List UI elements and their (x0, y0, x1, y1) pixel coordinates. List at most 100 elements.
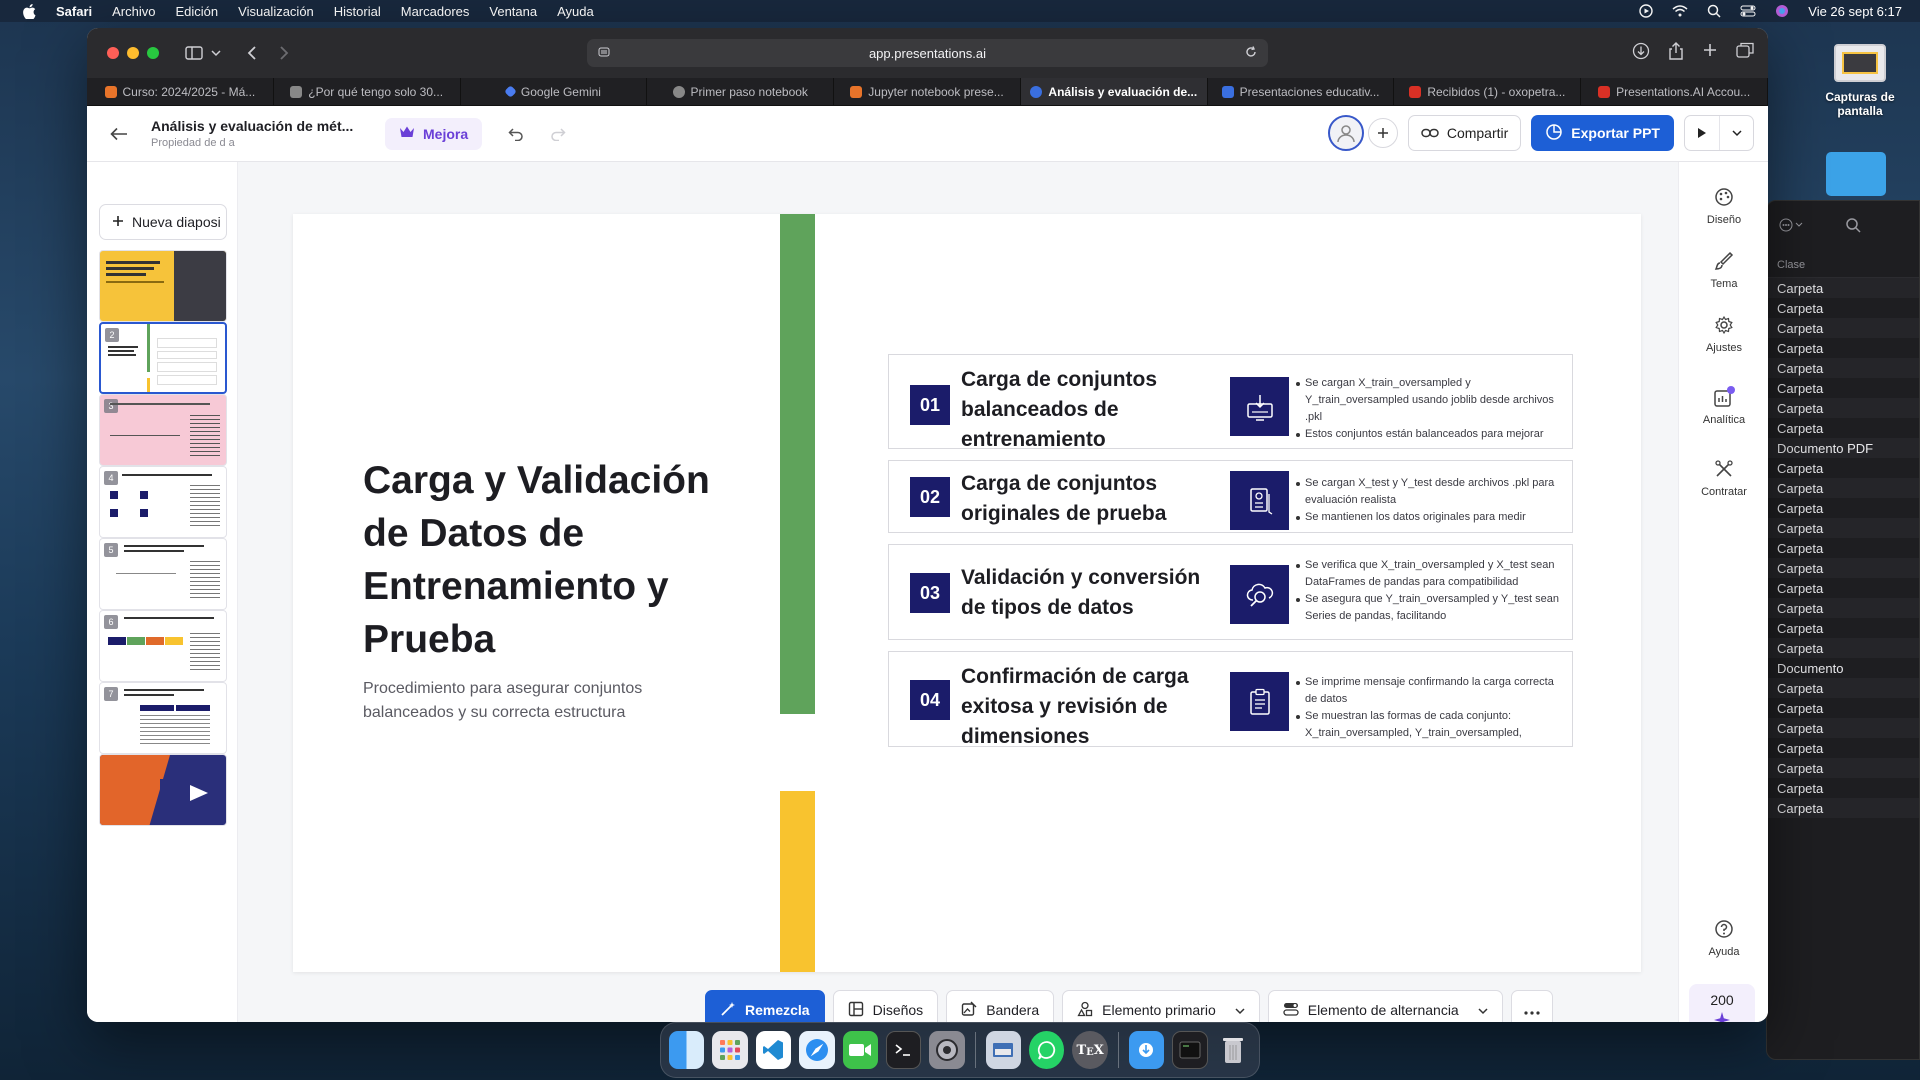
slide-thumbnail[interactable]: 3 (99, 394, 227, 466)
reload-icon[interactable] (1244, 45, 1258, 62)
new-tab-icon[interactable] (1702, 42, 1718, 65)
page-settings-icon[interactable] (597, 45, 611, 62)
browser-tab[interactable]: Primer paso notebook (647, 78, 835, 105)
browser-tab[interactable]: Google Gemini (461, 78, 648, 105)
finder-row[interactable]: Carpeta (1767, 558, 1919, 578)
undo-icon[interactable] (504, 122, 528, 146)
play-circle-icon[interactable] (1638, 3, 1654, 19)
finder-row[interactable]: Carpeta (1767, 738, 1919, 758)
alternate-element-button[interactable]: Elemento de alternancia (1267, 990, 1503, 1022)
finder-row[interactable]: Carpeta (1767, 278, 1919, 298)
address-bar[interactable]: app.presentations.ai (587, 39, 1268, 67)
browser-tab-active[interactable]: Análisis y evaluación de... (1020, 78, 1208, 105)
primary-element-button[interactable]: Elemento primario (1062, 990, 1260, 1022)
finder-row[interactable]: Carpeta (1767, 418, 1919, 438)
slide-thumbnail[interactable]: 6 (99, 610, 227, 682)
export-ppt-button[interactable]: Exportar PPT (1531, 115, 1674, 151)
launchpad-icon[interactable] (712, 1031, 748, 1069)
finder-row[interactable]: Carpeta (1767, 458, 1919, 478)
forward-icon[interactable] (273, 42, 295, 64)
finder-row[interactable]: Carpeta (1767, 678, 1919, 698)
finder-row[interactable]: Carpeta (1767, 338, 1919, 358)
rail-settings[interactable]: Ajustes (1679, 312, 1768, 354)
remix-button[interactable]: Remezcla (705, 990, 825, 1022)
chevron-down-icon[interactable] (205, 42, 227, 64)
whatsapp-icon[interactable] (1029, 1031, 1065, 1069)
back-icon[interactable] (241, 42, 263, 64)
menu-archivo[interactable]: Archivo (112, 4, 155, 19)
step-card[interactable]: 01 Carga de conjuntos balanceados de ent… (888, 354, 1573, 451)
wifi-icon[interactable] (1672, 3, 1688, 19)
flag-button[interactable]: Bandera (946, 990, 1055, 1022)
slide-thumbnail[interactable]: 7 (99, 682, 227, 754)
downloads-icon[interactable] (1632, 42, 1650, 65)
slide-thumbnail[interactable]: 4 (99, 466, 227, 538)
slide-thumbnail[interactable]: 5 (99, 538, 227, 610)
control-center-icon[interactable] (1740, 3, 1756, 19)
slide-title[interactable]: Carga y Validación de Datos de Entrenami… (363, 454, 763, 666)
rail-theme[interactable]: Tema (1679, 248, 1768, 290)
finder-search-icon[interactable] (1845, 217, 1861, 238)
finder-row[interactable]: Carpeta (1767, 378, 1919, 398)
step-card[interactable]: 03 Validación y conversión de tipos de d… (888, 544, 1573, 640)
menu-ayuda[interactable]: Ayuda (557, 4, 594, 19)
browser-tab[interactable]: ¿Por qué tengo solo 30... (274, 78, 461, 105)
share-icon[interactable] (1668, 42, 1684, 65)
finder-row[interactable]: Carpeta (1767, 778, 1919, 798)
finder-row[interactable]: Carpeta (1767, 398, 1919, 418)
browser-tab[interactable]: Presentations.AI Accou... (1581, 78, 1768, 105)
finder-row[interactable]: Carpeta (1767, 538, 1919, 558)
trash-icon[interactable] (1216, 1031, 1251, 1069)
tab-overview-icon[interactable] (1736, 42, 1754, 65)
menu-ventana[interactable]: Ventana (489, 4, 537, 19)
credits-badge[interactable]: 200 (1689, 984, 1755, 1022)
finder-row[interactable]: Carpeta (1767, 758, 1919, 778)
system-settings-icon[interactable] (929, 1031, 965, 1069)
tex-icon[interactable]: TEX (1072, 1031, 1108, 1069)
menu-app-name[interactable]: Safari (56, 4, 92, 19)
slide[interactable]: Carga y Validación de Datos de Entrenami… (293, 214, 1641, 972)
finder-row[interactable]: Documento (1767, 658, 1919, 678)
menu-historial[interactable]: Historial (334, 4, 381, 19)
siri-icon[interactable] (1774, 3, 1790, 19)
terminal-window-icon[interactable] (1172, 1031, 1208, 1069)
upgrade-button[interactable]: Mejora (385, 117, 483, 150)
desktop-screenshots-folder[interactable]: Capturas de pantalla (1810, 44, 1910, 118)
back-arrow-icon[interactable] (107, 122, 131, 146)
finder-column-header[interactable]: Clase (1767, 253, 1919, 278)
play-icon[interactable] (1685, 116, 1719, 150)
finder-row[interactable]: Carpeta (1767, 638, 1919, 658)
slide-subtitle[interactable]: Procedimiento para asegurar conjuntos ba… (363, 677, 703, 725)
rail-design[interactable]: Diseño (1679, 184, 1768, 226)
slide-thumbnail-active[interactable]: 2 (99, 322, 227, 394)
finder-row[interactable]: Documento PDF (1767, 438, 1919, 458)
downloads-folder-icon[interactable] (1128, 1031, 1165, 1069)
document-title[interactable]: Análisis y evaluación de mét... (151, 118, 361, 134)
facetime-icon[interactable] (842, 1031, 878, 1069)
chevron-down-icon[interactable] (1719, 116, 1753, 150)
browser-tab[interactable]: Curso: 2024/2025 - Má... (87, 78, 274, 105)
rail-analytics[interactable]: Analítica (1679, 384, 1768, 426)
spotlight-icon[interactable] (1706, 3, 1722, 19)
finder-row[interactable]: Carpeta (1767, 298, 1919, 318)
apple-icon[interactable] (18, 0, 40, 22)
slide-thumbnail[interactable]: 8 (99, 754, 227, 826)
menu-visualizacion[interactable]: Visualización (238, 4, 314, 19)
step-card[interactable]: 02 Carga de conjuntos originales de prue… (888, 460, 1573, 533)
layouts-button[interactable]: Diseños (832, 990, 939, 1022)
more-options-icon[interactable] (1779, 218, 1805, 237)
safari-icon[interactable] (799, 1031, 835, 1069)
finder-row[interactable]: Carpeta (1767, 618, 1919, 638)
finder-row[interactable]: Carpeta (1767, 578, 1919, 598)
menu-clock[interactable]: Vie 26 sept 6:17 (1808, 4, 1902, 19)
browser-tab[interactable]: Presentaciones educativ... (1208, 78, 1395, 105)
slide-thumbnail[interactable] (99, 250, 227, 322)
finder-row[interactable]: Carpeta (1767, 598, 1919, 618)
browser-tab[interactable]: Jupyter notebook prese... (834, 78, 1021, 105)
finder-row[interactable]: Carpeta (1767, 798, 1919, 818)
redo-icon[interactable] (546, 122, 570, 146)
finder-row[interactable]: Carpeta (1767, 698, 1919, 718)
more-options-button[interactable] (1510, 990, 1553, 1022)
add-collaborator-icon[interactable] (1367, 118, 1398, 148)
rail-help[interactable]: Ayuda (1679, 916, 1768, 958)
